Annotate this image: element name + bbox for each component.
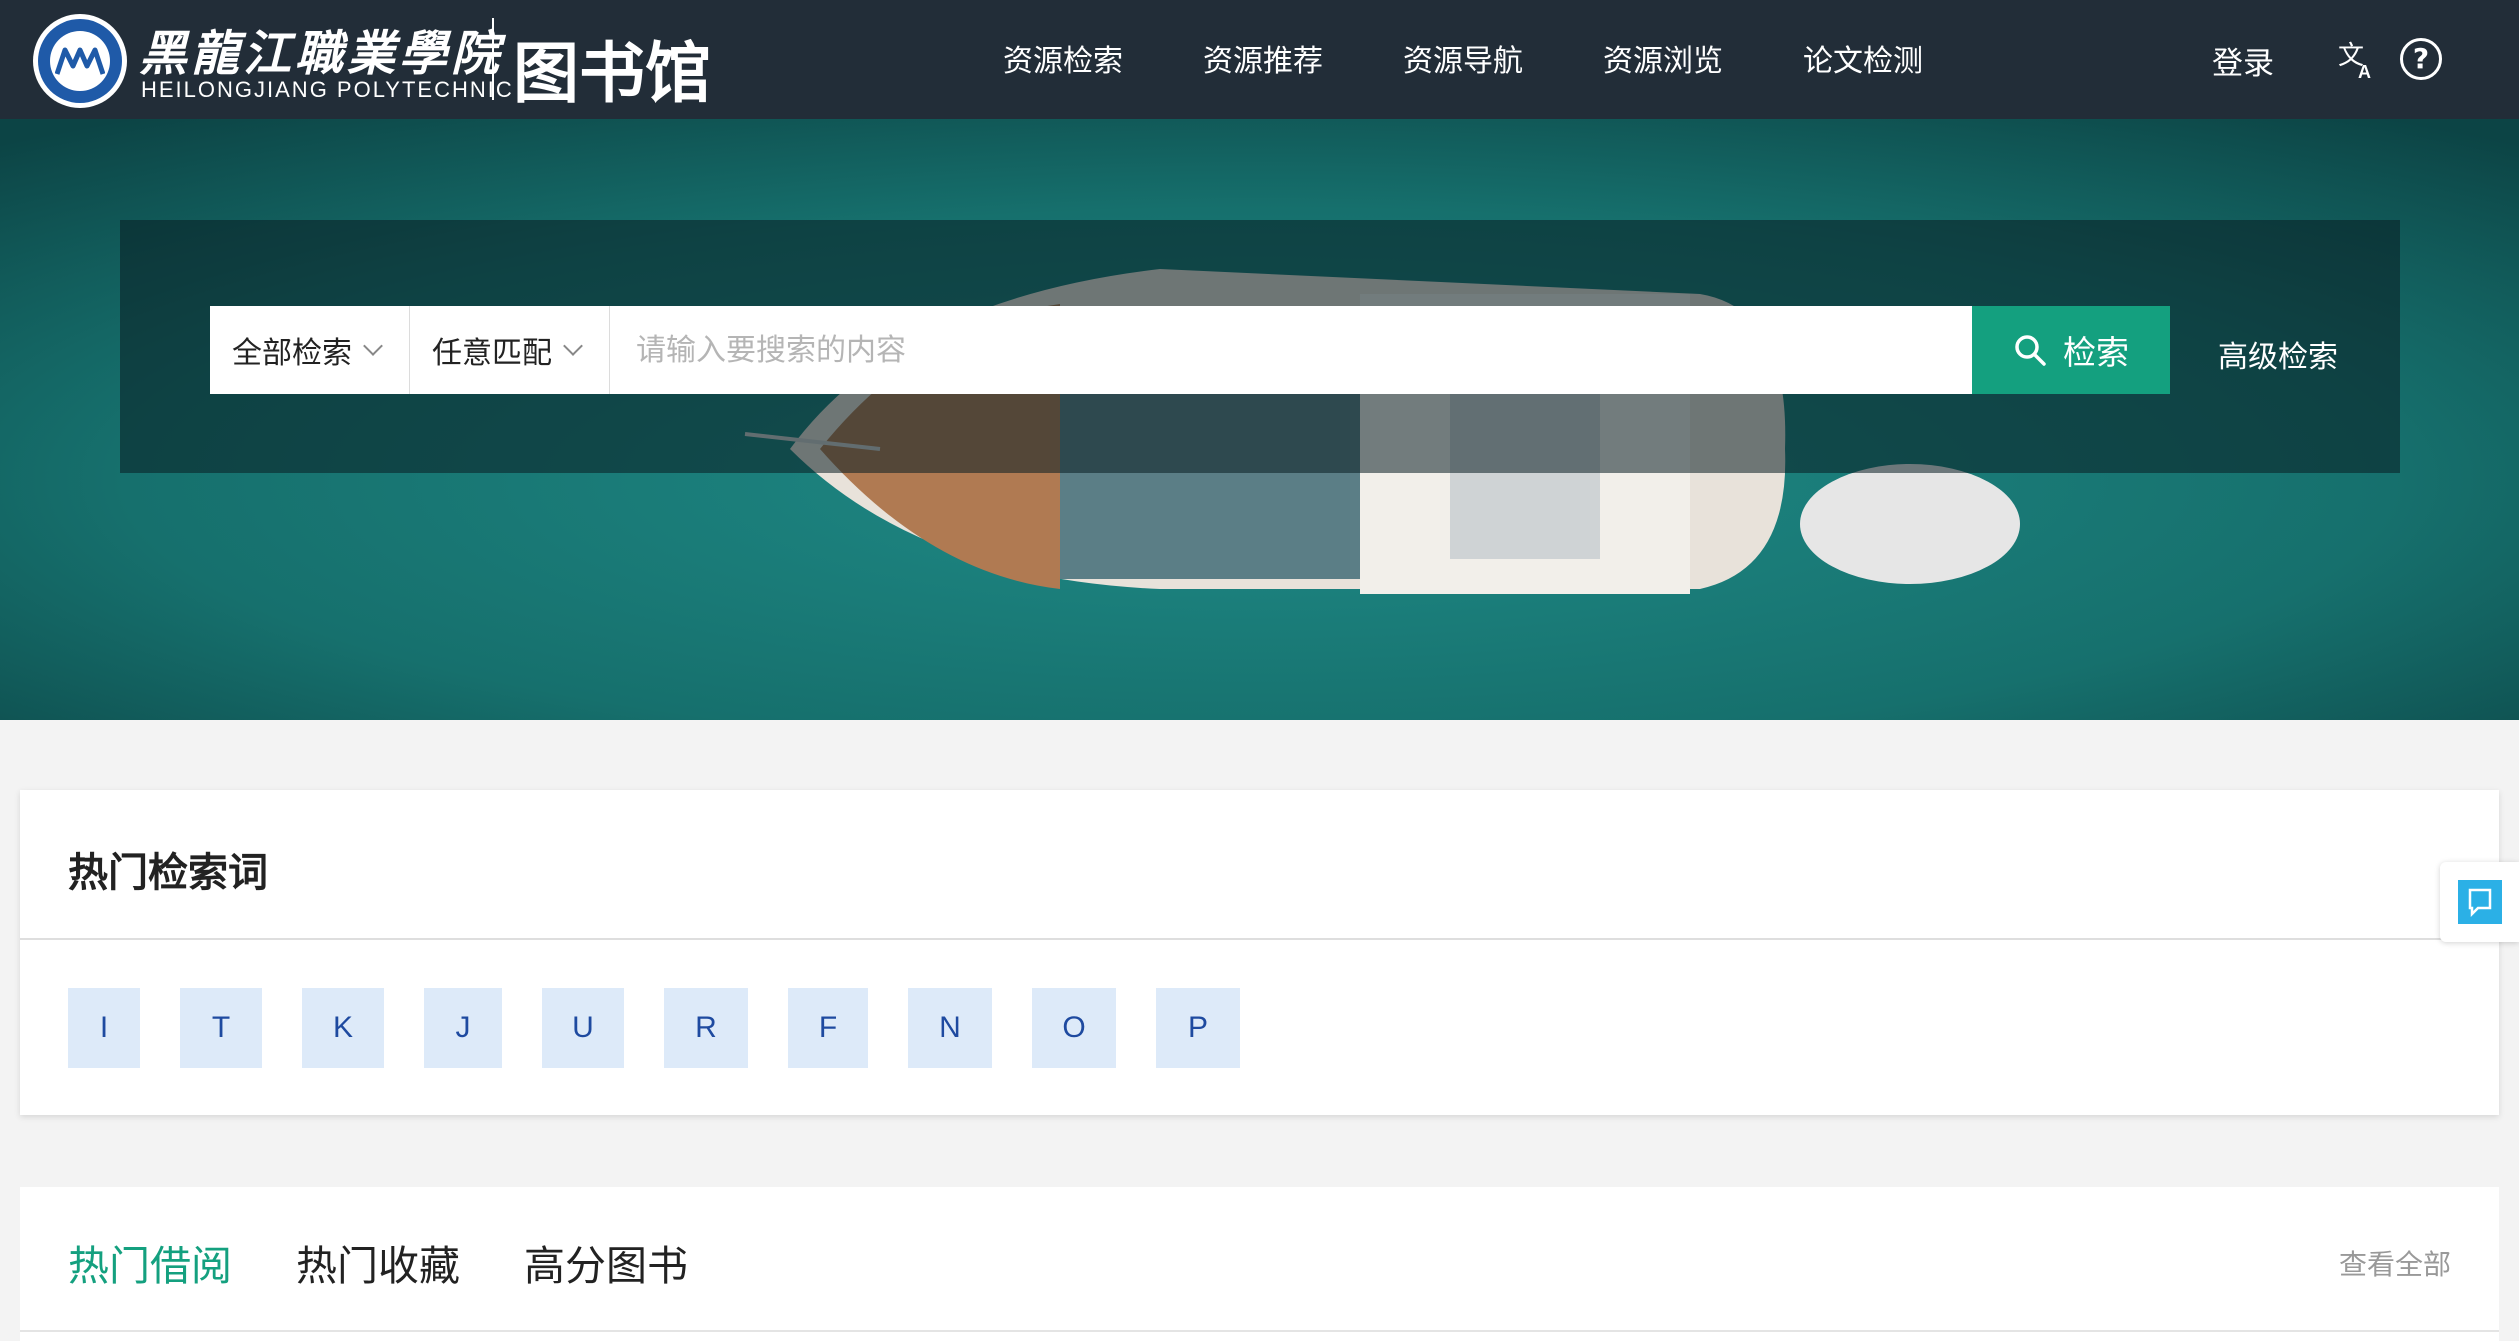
library-title[interactable]: 图书馆 [513,20,711,116]
hot-search-tag[interactable]: O [1032,988,1116,1068]
hot-search-tag[interactable]: N [908,988,992,1068]
hero-banner: 全部检索 任意匹配 检索 高级检索 [0,119,2519,720]
match-mode-select[interactable]: 任意匹配 [410,306,610,394]
tab-hot-borrow[interactable]: 热门借阅 [68,1232,232,1292]
chevron-down-icon [363,336,383,356]
hot-search-tag[interactable]: U [542,988,624,1068]
search-scope-value: 全部检索 [232,336,352,371]
hot-search-tag[interactable]: R [664,988,748,1068]
tab-high-rated-books[interactable]: 高分图书 [524,1232,688,1292]
hot-search-words-title: 热门检索词 [68,850,268,896]
search-button-label: 检索 [2063,333,2129,372]
search-scope-select[interactable]: 全部检索 [210,306,410,394]
main-nav: 资源检索 资源推荐 资源导航 资源浏览 论文检测 [1003,36,2003,80]
advanced-search-link[interactable]: 高级检索 [2218,332,2338,376]
school-name-chinese: 黑龍江職業學院 [139,26,504,82]
search-panel: 全部检索 任意匹配 检索 高级检索 [120,220,2400,473]
hot-search-tag[interactable]: J [424,988,502,1068]
logo-divider [492,18,494,100]
chevron-down-icon [563,336,583,356]
school-name-english: HEILONGJIANG POLYTECHNIC [141,77,514,102]
login-link[interactable]: 登录 [2212,38,2274,83]
hot-search-tag[interactable]: F [788,988,868,1068]
book-ranking-tabs: 热门借阅 热门收藏 高分图书 [68,1232,752,1292]
search-input[interactable] [610,306,1972,394]
nav-resource-navigation[interactable]: 资源导航 [1403,36,1523,80]
view-all-link[interactable]: 查看全部 [2339,1243,2451,1283]
translate-icon[interactable]: 文 A [2336,40,2376,80]
nav-resource-browse[interactable]: 资源浏览 [1603,36,1723,80]
match-mode-value: 任意匹配 [432,336,552,371]
search-box: 全部检索 任意匹配 检索 [210,306,2170,394]
search-button[interactable]: 检索 [1972,306,2170,394]
book-ranking-card: 热门借阅 热门收藏 高分图书 查看全部 [20,1187,2499,1341]
school-emblem-icon[interactable] [33,14,127,108]
top-navigation-bar: 黑龍江職業學院 HEILONGJIANG POLYTECHNIC 图书馆 资源检… [0,0,2519,119]
hot-search-tag[interactable]: T [180,988,262,1068]
hot-search-tag[interactable]: I [68,988,140,1068]
section-divider [20,938,2499,940]
hot-search-words-card: 热门检索词 I T K J U R F N O P [20,790,2499,1115]
tab-hot-collection[interactable]: 热门收藏 [296,1232,460,1292]
hot-search-tags: I T K J U R F N O P [68,988,1280,1068]
floating-chat-widget[interactable] [2440,862,2519,942]
svg-text:A: A [2358,62,2371,80]
nav-thesis-check[interactable]: 论文检测 [1803,36,1923,80]
chat-icon [2458,880,2502,924]
help-icon[interactable]: ? [2400,38,2442,80]
section-divider [20,1330,2499,1332]
hot-search-tag[interactable]: K [302,988,384,1068]
hot-search-tag[interactable]: P [1156,988,1240,1068]
nav-resource-search[interactable]: 资源检索 [1003,36,1123,80]
nav-resource-recommend[interactable]: 资源推荐 [1203,36,1323,80]
search-icon [2015,335,2046,366]
